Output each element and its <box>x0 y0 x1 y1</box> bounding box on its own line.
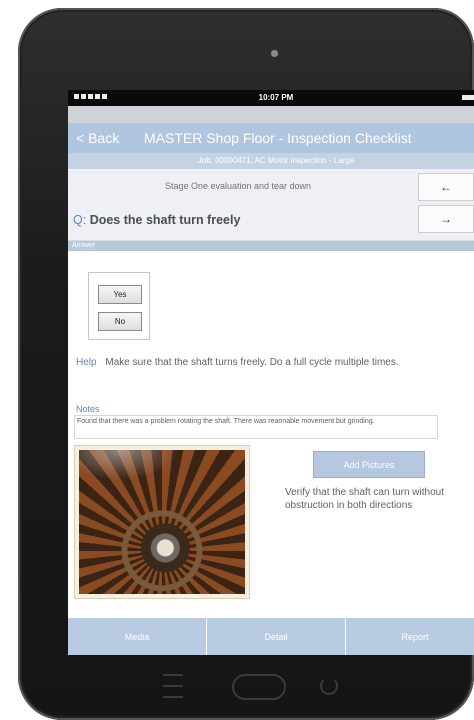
photo-thumbnail[interactable] <box>74 445 250 599</box>
home-button-icon[interactable] <box>232 674 286 700</box>
page-title: MASTER Shop Floor - Inspection Checklist <box>144 130 412 146</box>
answer-no-button[interactable]: No <box>98 312 142 331</box>
header-spacer <box>68 106 474 123</box>
notes-label: Notes <box>76 404 100 414</box>
question-text: Q: Does the shaft turn freely <box>73 213 240 227</box>
question-prefix: Q: <box>73 213 87 227</box>
back-button[interactable]: < Back <box>68 130 140 146</box>
motor-photo <box>79 450 245 594</box>
tab-detail[interactable]: Detail <box>207 618 346 655</box>
help-label: Help <box>76 357 97 368</box>
help-row: Help Make sure that the shaft turns free… <box>76 357 399 368</box>
bottom-tab-bar: Media Detail Report <box>68 618 474 655</box>
answer-yes-button[interactable]: Yes <box>98 285 142 304</box>
answer-options: Yes No <box>88 272 150 340</box>
arrow-right-icon: → <box>440 212 452 226</box>
answer-section-label: Answer <box>68 241 474 251</box>
back-arrow-icon[interactable] <box>320 677 338 695</box>
camera-icon <box>271 50 278 57</box>
tab-report[interactable]: Report <box>346 618 474 655</box>
add-pictures-button[interactable]: Add Pictures <box>313 451 425 478</box>
next-question-button[interactable]: → <box>418 205 474 233</box>
battery-icon <box>462 95 474 100</box>
question-label: Does the shaft turn freely <box>89 213 241 227</box>
screen: 10:07 PM < Back MASTER Shop Floor - Insp… <box>68 90 474 655</box>
tab-media[interactable]: Media <box>68 618 207 655</box>
app-header: < Back MASTER Shop Floor - Inspection Ch… <box>68 123 474 153</box>
arrow-left-icon: ← <box>440 180 452 194</box>
status-bar: 10:07 PM <box>68 90 474 106</box>
job-subtitle: Job: 00000471, AC Motor inspection - Lar… <box>68 153 474 169</box>
question-panel: Stage One evaluation and tear down Q: Do… <box>68 169 474 241</box>
status-time: 10:07 PM <box>258 93 294 102</box>
previous-question-button[interactable]: ← <box>418 173 474 201</box>
help-text: Make sure that the shaft turns freely. D… <box>105 357 399 368</box>
instruction-text: Verify that the shaft can turn without o… <box>285 487 444 511</box>
notes-field[interactable]: Found that there was a problem rotating … <box>74 415 438 439</box>
menu-icon[interactable] <box>163 674 183 698</box>
stage-label: Stage One evaluation and tear down <box>164 181 312 191</box>
tablet-frame: 10:07 PM < Back MASTER Shop Floor - Insp… <box>18 8 474 720</box>
